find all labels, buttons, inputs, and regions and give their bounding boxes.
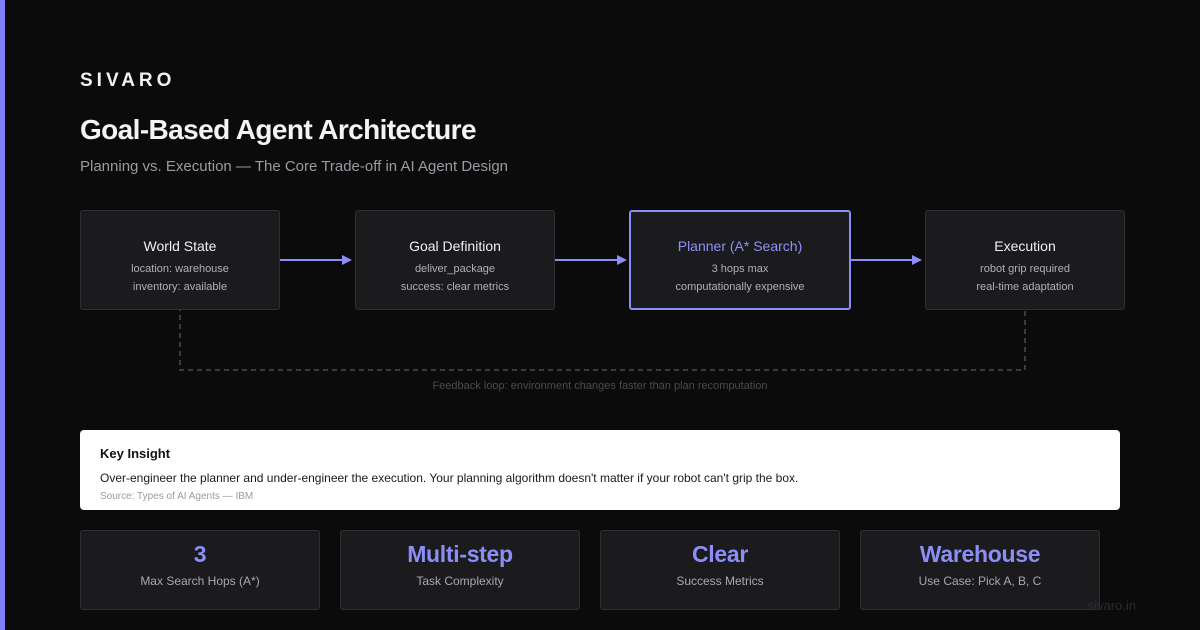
feedback-loop-line	[179, 302, 1026, 371]
node-title: Goal Definition	[409, 238, 501, 254]
node-detail: inventory: available	[132, 281, 228, 293]
node-title: Execution	[994, 238, 1056, 254]
insight-source: Source: Types of AI Agents — IBM	[100, 491, 254, 502]
stat-label: Max Search Hops (A*)	[140, 574, 260, 588]
insight-title: Key Insight	[100, 446, 171, 461]
stat-value: Clear	[691, 541, 749, 567]
stat-card-success-metrics: Clear Success Metrics	[600, 530, 840, 610]
stat-card-task-complexity: Multi-step Task Complexity	[340, 530, 580, 610]
stat-label: Task Complexity	[416, 574, 504, 588]
node-goal-definition: Goal Definition deliver_package success:…	[355, 210, 555, 310]
node-detail: success: clear metrics	[400, 281, 510, 293]
stat-card-search-hops: 3 Max Search Hops (A*)	[80, 530, 320, 610]
node-detail: location: warehouse	[131, 263, 229, 275]
key-insight-card: Key Insight Over-engineer the planner an…	[80, 430, 1120, 510]
node-detail: 3 hops max	[711, 263, 769, 275]
stat-label: Success Metrics	[676, 574, 764, 588]
node-title: World State	[143, 238, 217, 254]
stat-label: Use Case: Pick A, B, C	[918, 574, 1042, 588]
insight-body: Over-engineer the planner and under-engi…	[100, 471, 799, 485]
feedback-loop-label: Feedback loop: environment changes faste…	[432, 380, 768, 392]
node-execution: Execution robot grip required real-time …	[925, 210, 1125, 310]
node-title: Planner (A* Search)	[677, 238, 803, 254]
node-detail: real-time adaptation	[976, 281, 1074, 293]
footer-url[interactable]: sivaro.in	[1088, 598, 1136, 613]
stat-value: 3	[193, 541, 207, 567]
stat-value: Multi-step	[407, 541, 513, 567]
node-detail: robot grip required	[980, 263, 1070, 275]
stat-card-use-case: Warehouse Use Case: Pick A, B, C	[860, 530, 1100, 610]
node-detail: computationally expensive	[675, 281, 805, 293]
stat-value: Warehouse	[919, 541, 1041, 567]
node-world-state: World State location: warehouse inventor…	[80, 210, 280, 310]
node-planner: Planner (A* Search) 3 hops max computati…	[629, 210, 851, 310]
node-detail: deliver_package	[414, 263, 496, 275]
